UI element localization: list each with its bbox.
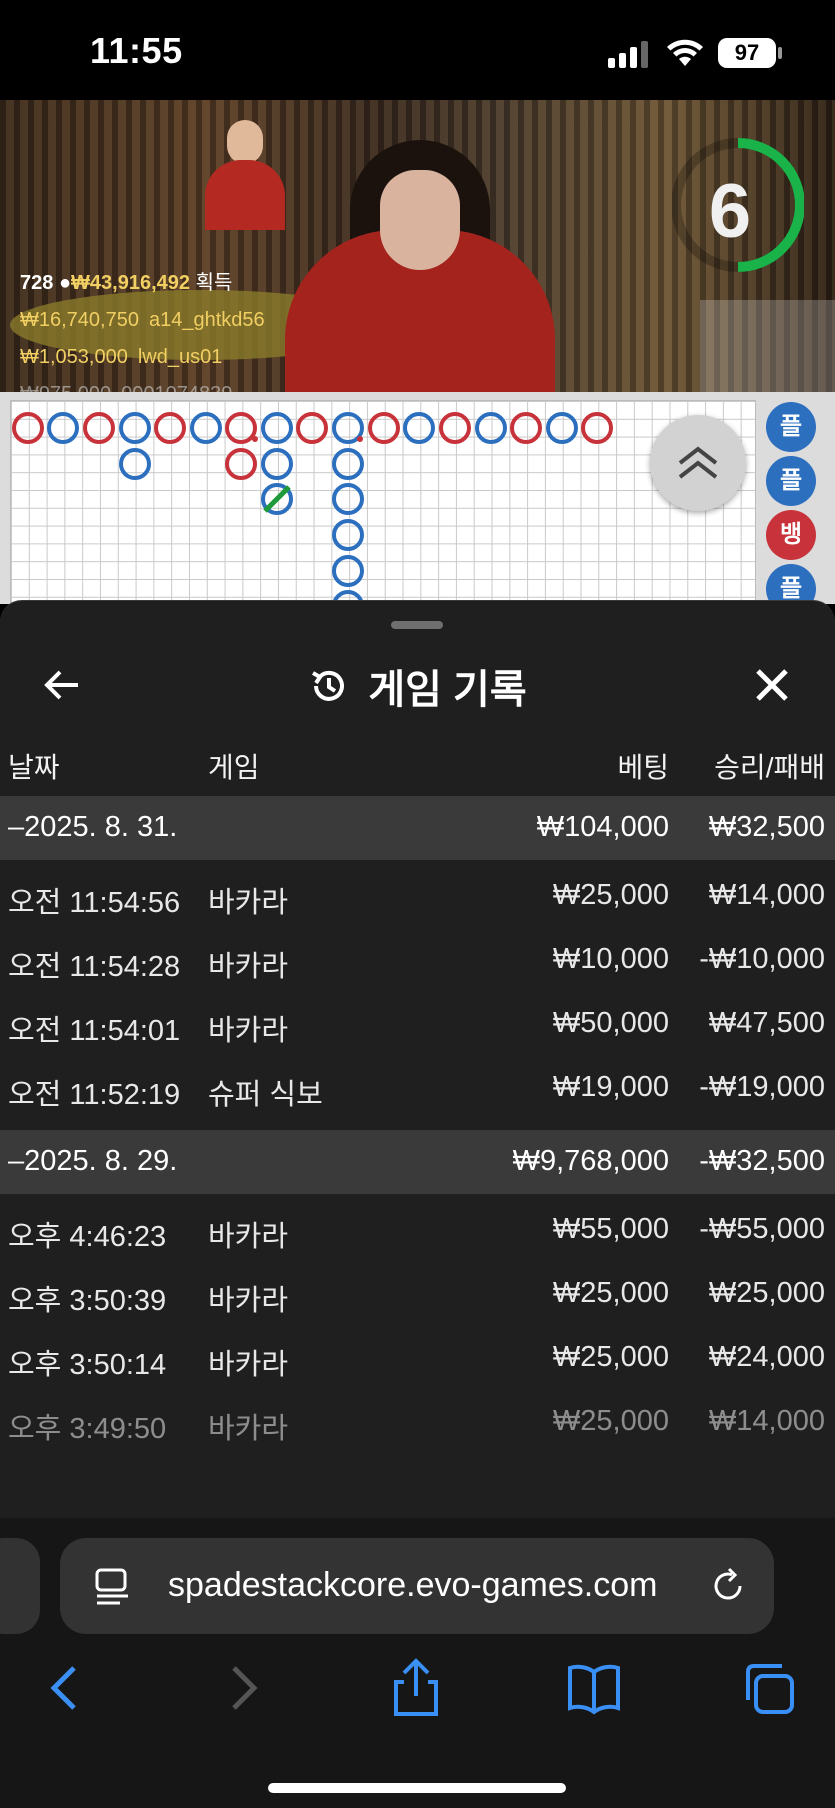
history-row[interactable]: 오후 3:49:50 바카라 ₩25,000 ₩14,000 bbox=[0, 1389, 835, 1453]
side-road-chip: 플 bbox=[766, 456, 816, 506]
browser-toolbar bbox=[0, 1658, 835, 1758]
sheet-grabber[interactable] bbox=[391, 621, 443, 629]
sheet-header: 게임 기록 bbox=[0, 641, 835, 731]
status-bar: 11:55 97 bbox=[0, 0, 835, 100]
winner-row: ₩16,740,750 a14_ghtkd56 bbox=[20, 309, 265, 331]
side-road: 플 플 뱅 플 bbox=[764, 402, 835, 614]
home-indicator bbox=[268, 1783, 566, 1793]
history-row[interactable]: 오전 11:52:19 슈퍼 식보 ₩19,000 -₩19,000 bbox=[0, 1055, 835, 1119]
browser-chrome: spadestackcore.evo-games.com bbox=[0, 1518, 835, 1808]
battery-icon: 97 bbox=[718, 38, 776, 68]
back-icon[interactable] bbox=[36, 1658, 96, 1718]
column-header-game: 게임 bbox=[208, 752, 260, 783]
history-row[interactable]: 오전 11:54:28 바카라 ₩10,000 -₩10,000 bbox=[0, 927, 835, 991]
big-road-grid bbox=[10, 400, 756, 604]
winners-label: 획득 bbox=[195, 272, 233, 294]
winners-total: ₩43,916,492 bbox=[71, 272, 191, 294]
history-row[interactable]: 오후 3:50:14 바카라 ₩25,000 ₩24,000 bbox=[0, 1325, 835, 1389]
cellular-signal-icon bbox=[608, 40, 648, 68]
game-history-sheet: 게임 기록 날짜 게임 베팅 승리/패배 –2025. 8. 31. ₩104,… bbox=[0, 600, 835, 1520]
forward-icon[interactable] bbox=[212, 1658, 272, 1718]
column-header-result: 승리/패배 bbox=[714, 752, 825, 783]
background-dealer bbox=[205, 120, 285, 230]
history-icon bbox=[312, 670, 345, 701]
winners-summary: 728 ●₩43,916,492 획득 bbox=[20, 265, 265, 302]
winners-count: 728 bbox=[20, 272, 54, 294]
shoe-acrylic bbox=[700, 300, 835, 392]
wifi-icon bbox=[667, 39, 703, 66]
column-header-bet: 베팅 bbox=[617, 752, 669, 783]
scroll-up-button[interactable] bbox=[650, 415, 746, 511]
history-row[interactable]: 오후 3:50:39 바카라 ₩25,000 ₩25,000 bbox=[0, 1261, 835, 1325]
double-chevron-up-icon bbox=[678, 446, 718, 479]
side-road-chip: 뱅 bbox=[766, 510, 816, 560]
url-text[interactable]: spadestackcore.evo-games.com bbox=[168, 1566, 698, 1605]
close-icon[interactable] bbox=[750, 663, 794, 707]
history-row[interactable]: 오전 11:54:56 바카라 ₩25,000 ₩14,000 bbox=[0, 863, 835, 927]
history-row[interactable]: 오전 11:54:01 바카라 ₩50,000 ₩47,500 bbox=[0, 991, 835, 1055]
back-arrow-icon[interactable] bbox=[40, 663, 84, 707]
date-group-header[interactable]: –2025. 8. 31. ₩104,000 ₩32,500 bbox=[0, 796, 835, 860]
sheet-title-wrap: 게임 기록 bbox=[0, 641, 835, 731]
address-bar[interactable]: spadestackcore.evo-games.com bbox=[60, 1538, 774, 1634]
date-group-header[interactable]: –2025. 8. 29. ₩9,768,000 -₩32,500 bbox=[0, 1130, 835, 1194]
winners-list: 728 ●₩43,916,492 획득 ₩16,740,750 a14_ghtkd… bbox=[20, 265, 265, 413]
share-icon[interactable] bbox=[386, 1658, 446, 1718]
previous-tab[interactable] bbox=[0, 1538, 40, 1634]
battery-nub bbox=[778, 47, 782, 59]
tabs-icon[interactable] bbox=[740, 1658, 800, 1718]
road-beads bbox=[12, 412, 613, 604]
reader-icon[interactable] bbox=[94, 1568, 134, 1606]
side-road-chip: 플 bbox=[766, 402, 816, 452]
column-header-date: 날짜 bbox=[8, 752, 60, 783]
reload-icon[interactable] bbox=[708, 1566, 748, 1606]
history-row[interactable]: 오후 4:46:23 바카라 ₩55,000 -₩55,000 bbox=[0, 1197, 835, 1261]
dealer bbox=[285, 140, 555, 392]
countdown-number: 6 bbox=[708, 169, 752, 254]
person-icon: ● bbox=[58, 272, 72, 294]
bookmarks-icon[interactable] bbox=[564, 1658, 624, 1718]
winner-row: ₩1,053,000 lwd_us01 bbox=[20, 346, 223, 368]
sheet-title: 게임 기록 bbox=[368, 668, 527, 712]
status-time: 11:55 bbox=[90, 30, 183, 71]
